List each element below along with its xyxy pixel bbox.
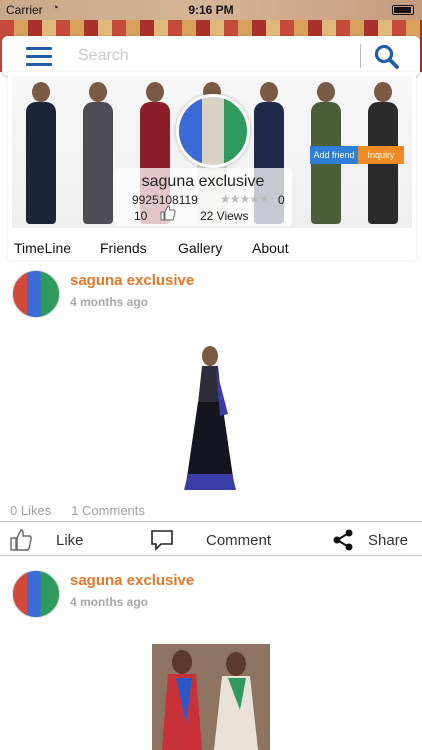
post-image[interactable]	[152, 644, 270, 750]
share-button[interactable]: Share	[368, 532, 408, 549]
profile-likes-count: 10	[134, 209, 148, 223]
thumbs-up-icon[interactable]	[160, 205, 176, 221]
post-comments-count[interactable]: 1 Comments	[71, 503, 145, 518]
divider	[0, 555, 422, 556]
comment-icon[interactable]	[150, 529, 174, 551]
post-stats: 0 Likes 1 Comments	[10, 503, 145, 518]
tab-about[interactable]: About	[246, 232, 326, 260]
rating-value: 0	[278, 193, 285, 207]
post-author-avatar[interactable]	[12, 270, 60, 318]
post-author-name[interactable]: saguna exclusive	[70, 572, 194, 589]
add-friend-button[interactable]: Add friend	[310, 146, 358, 164]
search-input[interactable]	[78, 44, 348, 68]
post: saguna exclusive 4 months ago	[0, 562, 422, 750]
search-icon[interactable]	[374, 44, 400, 70]
post-author-avatar[interactable]	[12, 570, 60, 618]
tab-timeline[interactable]: TimeLine	[8, 232, 94, 260]
inquiry-button[interactable]: Inquiry	[358, 146, 404, 164]
clock: 9:16 PM	[188, 3, 234, 17]
share-icon[interactable]	[332, 529, 354, 551]
status-bar: Carrier ◔ 9:16 PM	[0, 0, 422, 20]
profile-views: 22 Views	[200, 209, 249, 223]
profile-card: Add friend Inquiry saguna exclusive 9925…	[8, 72, 416, 260]
profile-name: saguna exclusive	[141, 173, 265, 190]
header-banner	[0, 20, 422, 76]
post-timestamp: 4 months ago	[70, 295, 149, 309]
profile-tabs: TimeLine Friends Gallery About	[8, 232, 416, 260]
post-likes-count[interactable]: 0 Likes	[10, 503, 51, 518]
post-author-name[interactable]: saguna exclusive	[70, 272, 194, 289]
thumbs-up-icon[interactable]	[10, 529, 32, 551]
menu-icon[interactable]	[26, 47, 52, 66]
rating-stars[interactable]: ★★★★★	[220, 192, 270, 206]
comment-button[interactable]: Comment	[206, 532, 271, 549]
search-divider	[360, 44, 361, 68]
search-bar	[2, 36, 420, 76]
tab-gallery[interactable]: Gallery	[172, 232, 246, 260]
like-button[interactable]: Like	[56, 532, 84, 549]
profile-avatar[interactable]	[176, 94, 250, 168]
tab-friends[interactable]: Friends	[94, 232, 172, 260]
post-image[interactable]	[180, 344, 240, 496]
battery-icon	[392, 5, 414, 15]
divider	[0, 521, 422, 522]
post-timestamp: 4 months ago	[70, 595, 149, 609]
post: saguna exclusive 4 months ago 0 Likes 1 C…	[0, 262, 422, 562]
